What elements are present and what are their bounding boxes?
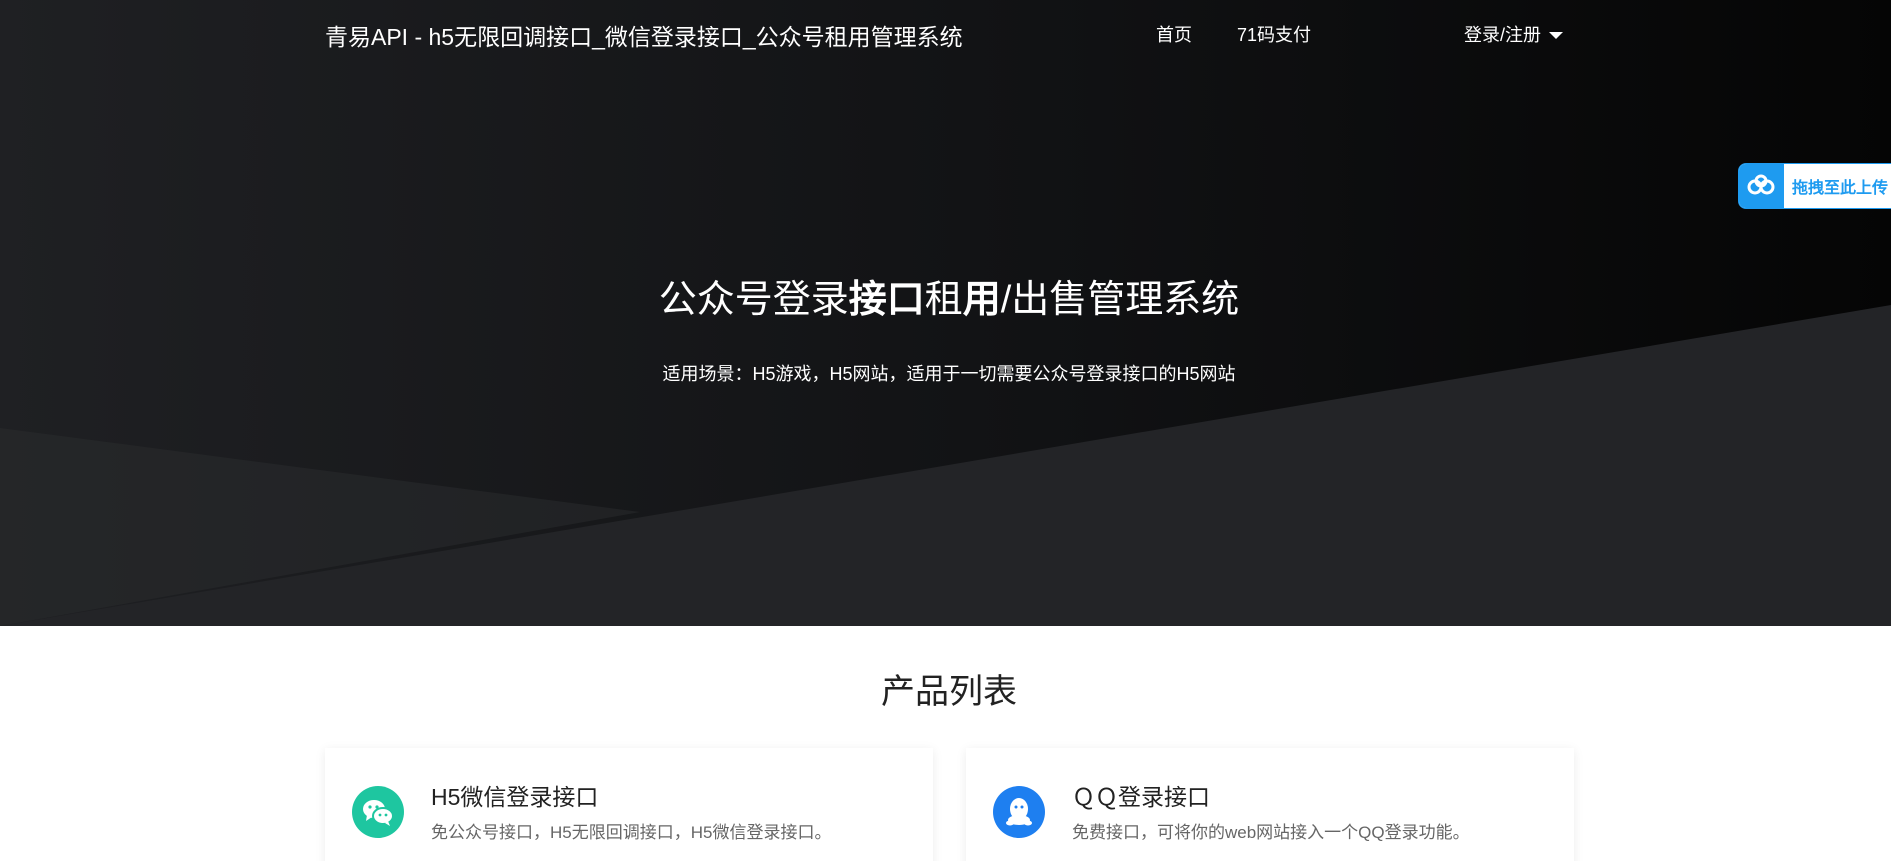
hero-title: 公众号登录接口租用/出售管理系统 bbox=[0, 268, 1891, 323]
product-desc: 免公众号接口，H5无限回调接口，H5微信登录接口。 bbox=[431, 823, 832, 842]
top-nav: 青易API - h5无限回调接口_微信登录接口_公众号租用管理系统 首页 71码… bbox=[0, 0, 1891, 66]
nav-login-label: 登录/注册 bbox=[1464, 25, 1542, 45]
nav-login-dropdown[interactable]: 登录/注册 bbox=[1464, 21, 1564, 47]
product-card-wechat[interactable]: H5微信登录接口 免公众号接口，H5无限回调接口，H5微信登录接口。 bbox=[325, 748, 933, 861]
product-card-qq[interactable]: ＱＱ登录接口 免费接口，可将你的web网站接入一个QQ登录功能。 bbox=[966, 748, 1574, 861]
wechat-icon bbox=[352, 786, 404, 838]
hero-title-part: 租 bbox=[924, 279, 963, 321]
baidu-netdisk-icon bbox=[1739, 164, 1784, 208]
site-brand[interactable]: 青易API - h5无限回调接口_微信登录接口_公众号租用管理系统 bbox=[325, 18, 963, 52]
upload-widget-label: 拖拽至此上传 bbox=[1792, 180, 1889, 197]
product-title: H5微信登录接口 bbox=[431, 784, 599, 810]
caret-down-icon bbox=[1549, 31, 1564, 39]
product-desc: 免费接口，可将你的web网站接入一个QQ登录功能。 bbox=[1072, 823, 1470, 842]
product-title: ＱＱ登录接口 bbox=[1072, 784, 1210, 810]
hero-title-part: 公众号登录 bbox=[658, 279, 849, 321]
upload-widget[interactable]: 拖拽至此上传 bbox=[1738, 163, 1891, 209]
hero-subtitle: 适用场景：H5游戏，H5网站，适用于一切需要公众号登录接口的H5网站 bbox=[662, 364, 1236, 384]
hero-title-part: 接口 bbox=[848, 279, 925, 321]
hero-banner: 青易API - h5无限回调接口_微信登录接口_公众号租用管理系统 首页 71码… bbox=[0, 0, 1891, 626]
hero-title-part: /出售管理系统 bbox=[1000, 279, 1240, 321]
products-title: 产品列表 bbox=[881, 673, 1017, 711]
qq-icon bbox=[993, 786, 1045, 838]
hero-title-part: 用 bbox=[962, 279, 1001, 321]
nav-home-link[interactable]: 首页 bbox=[1156, 21, 1192, 47]
page: 青易API - h5无限回调接口_微信登录接口_公众号租用管理系统 首页 71码… bbox=[0, 0, 1891, 861]
nav-pay-link[interactable]: 71码支付 bbox=[1237, 21, 1311, 47]
